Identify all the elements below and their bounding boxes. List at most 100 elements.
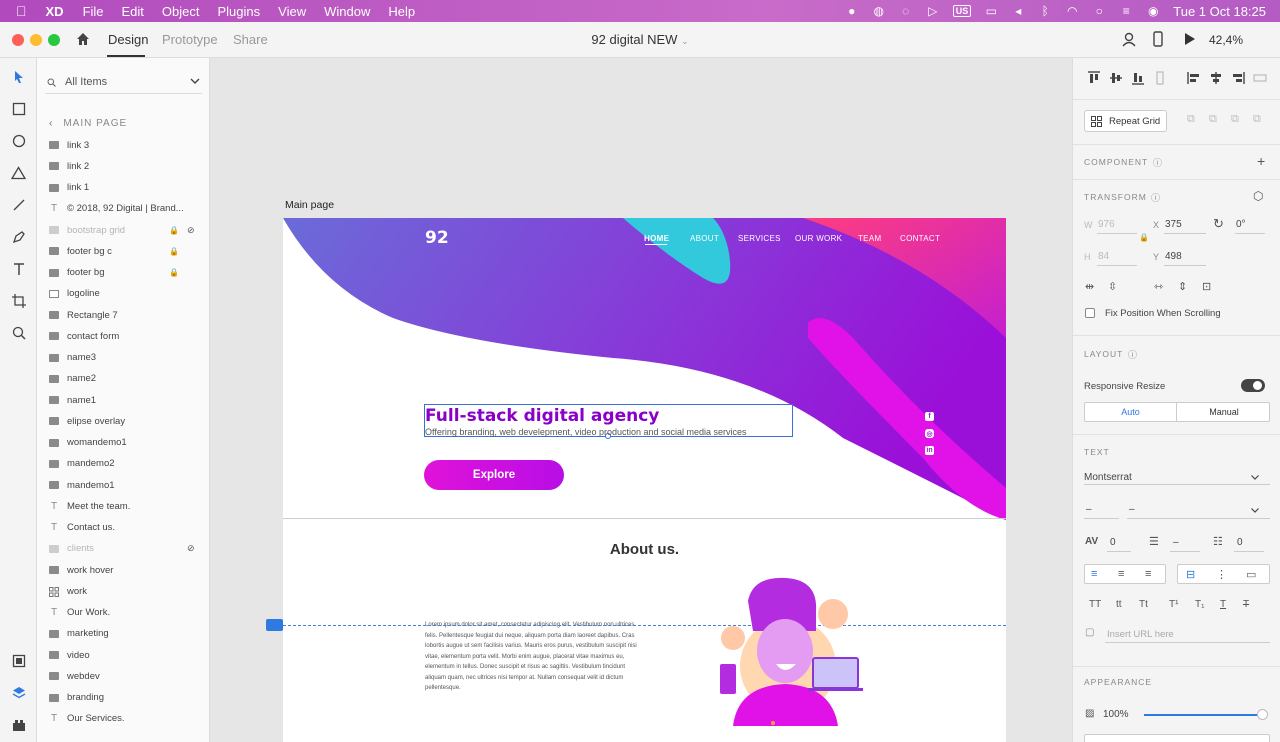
responsive-resize-toggle[interactable] xyxy=(1241,379,1265,392)
menu-app-name[interactable]: XD xyxy=(46,4,64,19)
assets-panel-button[interactable] xyxy=(0,650,37,672)
align-top-icon[interactable] xyxy=(1087,71,1101,85)
fit-height-icon[interactable]: ⇕ xyxy=(1178,280,1187,293)
uppercase-icon[interactable]: TT xyxy=(1089,599,1101,610)
layer-item[interactable]: video xyxy=(49,646,204,664)
grammarly-icon[interactable]: ● xyxy=(845,4,859,18)
3d-transform-icon[interactable]: ⬡ xyxy=(1253,189,1263,203)
artboard-main-page[interactable]: 92 HOME ABOUT SERVICES OUR WORK TEAM CON… xyxy=(283,218,1006,742)
polygon-tool[interactable] xyxy=(0,162,37,184)
document-title[interactable]: 92 digital NEW ⌄ xyxy=(540,32,740,47)
tab-prototype[interactable]: Prototype xyxy=(162,32,218,47)
lock-aspect-icon[interactable]: 🔒 xyxy=(1139,233,1149,242)
layer-item[interactable]: name3 xyxy=(49,349,204,367)
nav-our-work[interactable]: OUR WORK xyxy=(795,234,842,243)
lowercase-icon[interactable]: tt xyxy=(1116,599,1122,610)
zoom-tool[interactable] xyxy=(0,322,37,344)
hidden-eye-icon[interactable]: ⊘ xyxy=(187,543,195,554)
text-align-right-icon[interactable]: ≡ xyxy=(1145,568,1151,580)
about-title[interactable]: About us. xyxy=(283,541,1006,558)
about-illustration[interactable] xyxy=(708,576,868,726)
layer-item[interactable]: T Our Work. xyxy=(49,604,204,622)
layer-item[interactable]: work xyxy=(49,582,204,600)
ellipse-tool[interactable] xyxy=(0,130,37,152)
opacity-slider-track[interactable] xyxy=(1144,714,1259,716)
resize-auto-option[interactable]: Auto xyxy=(1085,403,1177,421)
repeat-grid-button[interactable]: Repeat Grid xyxy=(1084,110,1167,132)
instagram-icon[interactable]: ◎ xyxy=(925,429,934,438)
layer-item[interactable]: mandemo2 xyxy=(49,455,204,473)
nav-home[interactable]: HOME xyxy=(644,234,669,243)
layer-item[interactable]: T Our Services. xyxy=(49,710,204,728)
character-spacing-field[interactable] xyxy=(1107,536,1131,552)
input-source-badge[interactable]: US xyxy=(952,5,972,17)
align-middle-icon[interactable] xyxy=(1109,71,1123,85)
line-spacing-field[interactable] xyxy=(1170,536,1200,552)
play-circle-icon[interactable]: ▷ xyxy=(926,4,940,18)
layer-item[interactable]: womandemo1 xyxy=(49,434,204,452)
artboard-label[interactable]: Main page xyxy=(285,199,334,211)
lock-icon[interactable]: 🔒 xyxy=(169,247,179,256)
layer-item[interactable]: contact form xyxy=(49,327,204,345)
control-center-icon[interactable]: ≡ xyxy=(1119,4,1133,18)
distribute-horizontal-icon[interactable] xyxy=(1253,71,1267,85)
lock-icon[interactable]: 🔒 xyxy=(169,226,179,235)
menu-plugins[interactable]: Plugins xyxy=(218,4,261,19)
menu-view[interactable]: View xyxy=(278,4,306,19)
layer-item[interactable]: footer bg 🔒 xyxy=(49,264,204,282)
share-user-icon[interactable] xyxy=(1122,32,1137,47)
auto-width-icon[interactable]: ⊟ xyxy=(1186,568,1195,581)
linkedin-icon[interactable]: in xyxy=(925,446,934,455)
flip-vertical-icon[interactable]: ⇳ xyxy=(1108,280,1117,293)
layers-breadcrumb[interactable]: ‹ MAIN PAGE xyxy=(49,118,127,129)
layer-item[interactable]: link 3 xyxy=(49,136,204,154)
chevron-down-icon[interactable] xyxy=(190,78,200,85)
layer-item[interactable]: link 2 xyxy=(49,157,204,175)
siri-icon[interactable]: ◉ xyxy=(1146,4,1160,18)
layer-item[interactable]: logoline xyxy=(49,285,204,303)
menu-object[interactable]: Object xyxy=(162,4,200,19)
pen-tool[interactable] xyxy=(0,226,37,248)
x-field[interactable] xyxy=(1164,218,1206,234)
layer-item[interactable]: elipse overlay xyxy=(49,412,204,430)
hero-background[interactable] xyxy=(283,218,1006,520)
info-icon[interactable]: ⓘ xyxy=(1153,156,1162,169)
layer-item[interactable]: T © 2018, 92 Digital | Brand... xyxy=(49,200,204,218)
opacity-slider-knob[interactable] xyxy=(1257,709,1268,720)
flip-horizontal-icon[interactable]: ⇹ xyxy=(1085,280,1094,293)
nav-team[interactable]: TEAM xyxy=(858,234,881,243)
info-icon[interactable]: ⓘ xyxy=(1128,348,1137,361)
fixed-size-icon[interactable]: ▭ xyxy=(1246,568,1256,581)
boolean-subtract-icon[interactable]: ⧉ xyxy=(1209,113,1217,126)
text-align-center-icon[interactable]: ≡ xyxy=(1118,568,1124,580)
titlecase-icon[interactable]: Tt xyxy=(1139,599,1148,610)
layer-item[interactable]: Rectangle 7 xyxy=(49,306,204,324)
boolean-add-icon[interactable]: ⧉ xyxy=(1187,113,1195,126)
hidden-eye-icon[interactable]: ⊘ xyxy=(187,225,195,236)
layer-item[interactable]: marketing xyxy=(49,625,204,643)
hero-subtitle[interactable]: Offering branding, web develepment, vide… xyxy=(425,427,747,437)
nav-about[interactable]: ABOUT xyxy=(690,234,719,243)
font-size-field[interactable] xyxy=(1084,503,1119,519)
text-tool[interactable] xyxy=(0,258,37,280)
boolean-intersect-icon[interactable]: ⧉ xyxy=(1231,113,1239,126)
text-align-left-icon[interactable]: ≡ xyxy=(1091,568,1097,580)
layer-item[interactable]: footer bg c 🔒 xyxy=(49,242,204,260)
distribute-vertical-icon[interactable] xyxy=(1153,71,1167,85)
width-field[interactable] xyxy=(1097,218,1137,234)
guide-handle[interactable] xyxy=(266,619,283,631)
layers-search[interactable]: All Items xyxy=(45,72,202,94)
clock[interactable]: Tue 1 Oct 18:25 xyxy=(1173,4,1266,19)
menu-help[interactable]: Help xyxy=(388,4,415,19)
line-tool[interactable] xyxy=(0,194,37,216)
about-paragraph[interactable]: Lorem ipsum dolor sit amet, consectetur … xyxy=(425,620,647,694)
sync-icon[interactable]: ◌ xyxy=(899,4,913,18)
fit-width-icon[interactable]: ⇿ xyxy=(1154,280,1163,293)
strikethrough-icon[interactable]: T xyxy=(1243,599,1249,610)
menu-edit[interactable]: Edit xyxy=(122,4,144,19)
hero-title[interactable]: Full-stack digital agency xyxy=(425,406,659,426)
tab-design[interactable]: Design xyxy=(108,32,148,47)
rectangle-tool[interactable] xyxy=(0,98,37,120)
add-component-icon[interactable]: + xyxy=(1257,153,1265,169)
search-icon[interactable]: ○ xyxy=(1092,4,1106,18)
